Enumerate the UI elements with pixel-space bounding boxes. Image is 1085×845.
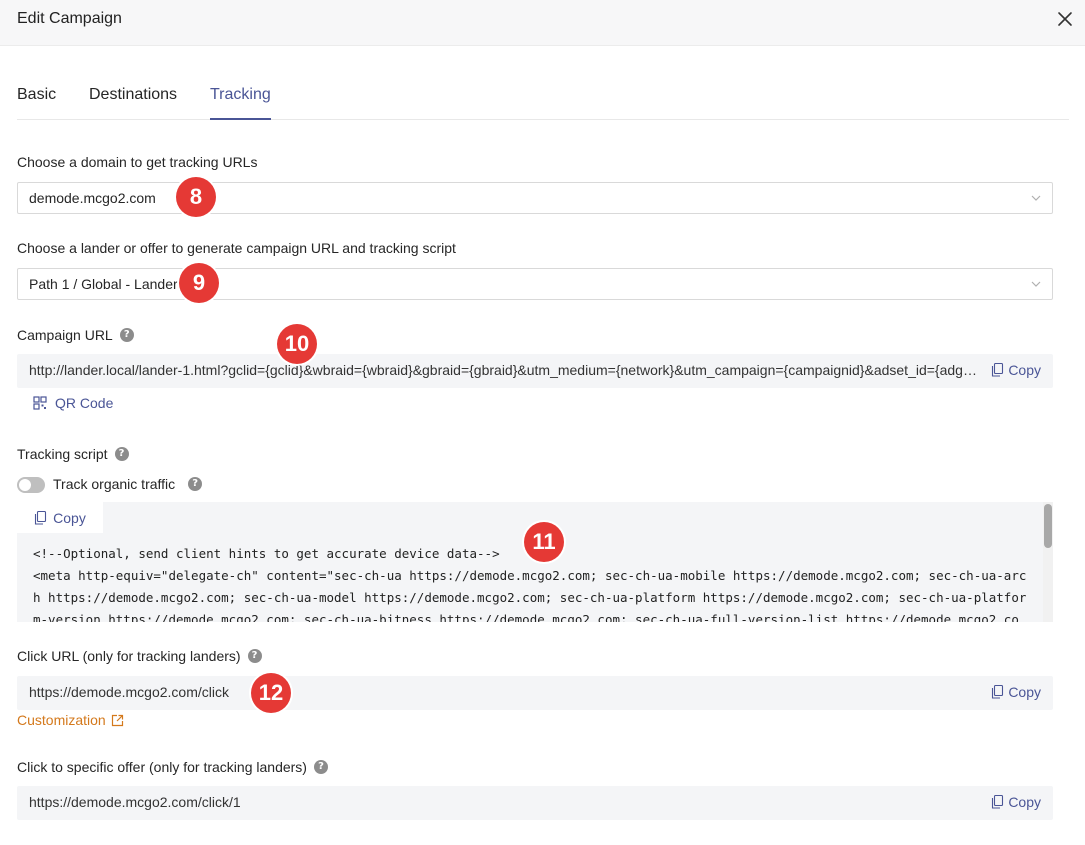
chevron-down-icon <box>1031 195 1041 201</box>
specific-offer-label-text: Click to specific offer (only for tracki… <box>17 759 307 775</box>
click-url-label: Click URL (only for tracking landers) ? <box>17 648 262 664</box>
track-organic-toggle[interactable] <box>17 477 45 493</box>
copy-icon <box>35 510 47 525</box>
qr-code-label: QR Code <box>55 395 114 411</box>
specific-offer-value: https://demode.mcgo2.com/click/1 <box>29 794 241 810</box>
marker-badge: 9 <box>179 263 219 303</box>
specific-offer-field[interactable]: https://demode.mcgo2.com/click/1 Copy <box>17 786 1053 820</box>
click-url-field[interactable]: https://demode.mcgo2.com/click Copy <box>17 676 1053 710</box>
dialog-header: Edit Campaign <box>0 0 1085 46</box>
chevron-down-icon <box>1031 281 1041 287</box>
domain-select[interactable]: demode.mcgo2.com <box>17 182 1053 214</box>
help-icon[interactable]: ? <box>119 328 134 342</box>
copy-script-button[interactable]: Copy <box>17 502 103 533</box>
script-scrollbar[interactable] <box>1043 502 1053 622</box>
campaign-url-value: http://lander.local/lander-1.html?gclid=… <box>29 362 977 378</box>
marker-badge: 12 <box>251 673 291 713</box>
tab-bar: Basic Destinations Tracking <box>17 86 1069 120</box>
campaign-url-label-text: Campaign URL <box>17 327 113 343</box>
copy-label: Copy <box>1008 684 1041 700</box>
track-organic-label-text: Track organic traffic <box>53 476 176 492</box>
marker-badge: 11 <box>524 522 564 562</box>
tracking-script-label-text: Tracking script <box>17 446 108 462</box>
tracking-script-label: Tracking script ? <box>17 446 129 462</box>
copy-icon <box>992 795 1004 809</box>
scrollbar-thumb[interactable] <box>1044 504 1052 548</box>
help-icon[interactable]: ? <box>247 649 262 663</box>
tracking-script-box[interactable]: Copy <!--Optional, send client hints to … <box>17 502 1053 622</box>
tab-destinations[interactable]: Destinations <box>89 86 177 120</box>
tab-basic[interactable]: Basic <box>17 86 56 120</box>
copy-icon <box>992 363 1004 377</box>
qr-code-icon <box>33 396 47 410</box>
dialog-title: Edit Campaign <box>17 10 122 27</box>
domain-label-text: Choose a domain to get tracking URLs <box>17 154 258 170</box>
marker-badge: 10 <box>277 324 317 364</box>
domain-label: Choose a domain to get tracking URLs <box>17 154 257 170</box>
help-icon[interactable]: ? <box>313 760 328 774</box>
copy-campaign-url-button[interactable]: Copy <box>991 362 1041 378</box>
lander-label: Choose a lander or offer to generate cam… <box>17 240 456 256</box>
copy-label: Copy <box>1008 794 1041 810</box>
help-icon[interactable]: ? <box>114 447 129 461</box>
copy-label: Copy <box>1008 362 1041 378</box>
campaign-url-field[interactable]: http://lander.local/lander-1.html?gclid=… <box>17 354 1053 388</box>
copy-click-url-button[interactable]: Copy <box>991 684 1041 700</box>
tab-tracking[interactable]: Tracking <box>210 86 271 120</box>
lander-select[interactable]: Path 1 / Global - Lander <box>17 268 1053 300</box>
close-icon[interactable] <box>1054 8 1076 30</box>
copy-label: Copy <box>53 509 86 526</box>
copy-specific-offer-button[interactable]: Copy <box>991 794 1041 810</box>
lander-select-value: Path 1 / Global - Lander <box>29 276 178 292</box>
lander-label-text: Choose a lander or offer to generate cam… <box>17 240 456 256</box>
customization-link[interactable]: Customization <box>17 712 124 728</box>
toggle-knob <box>19 479 31 491</box>
external-link-icon <box>111 714 123 726</box>
domain-select-value: demode.mcgo2.com <box>29 190 156 206</box>
marker-badge: 8 <box>176 177 216 217</box>
help-icon[interactable]: ? <box>188 477 203 491</box>
copy-icon <box>992 685 1004 699</box>
specific-offer-label: Click to specific offer (only for tracki… <box>17 759 328 775</box>
click-url-value: https://demode.mcgo2.com/click <box>29 684 229 700</box>
qr-code-link[interactable]: QR Code <box>33 395 113 411</box>
click-url-label-text: Click URL (only for tracking landers) <box>17 648 241 664</box>
customization-label: Customization <box>17 712 106 728</box>
track-organic-label: Track organic traffic ? <box>53 476 203 492</box>
campaign-url-label: Campaign URL ? <box>17 327 134 343</box>
